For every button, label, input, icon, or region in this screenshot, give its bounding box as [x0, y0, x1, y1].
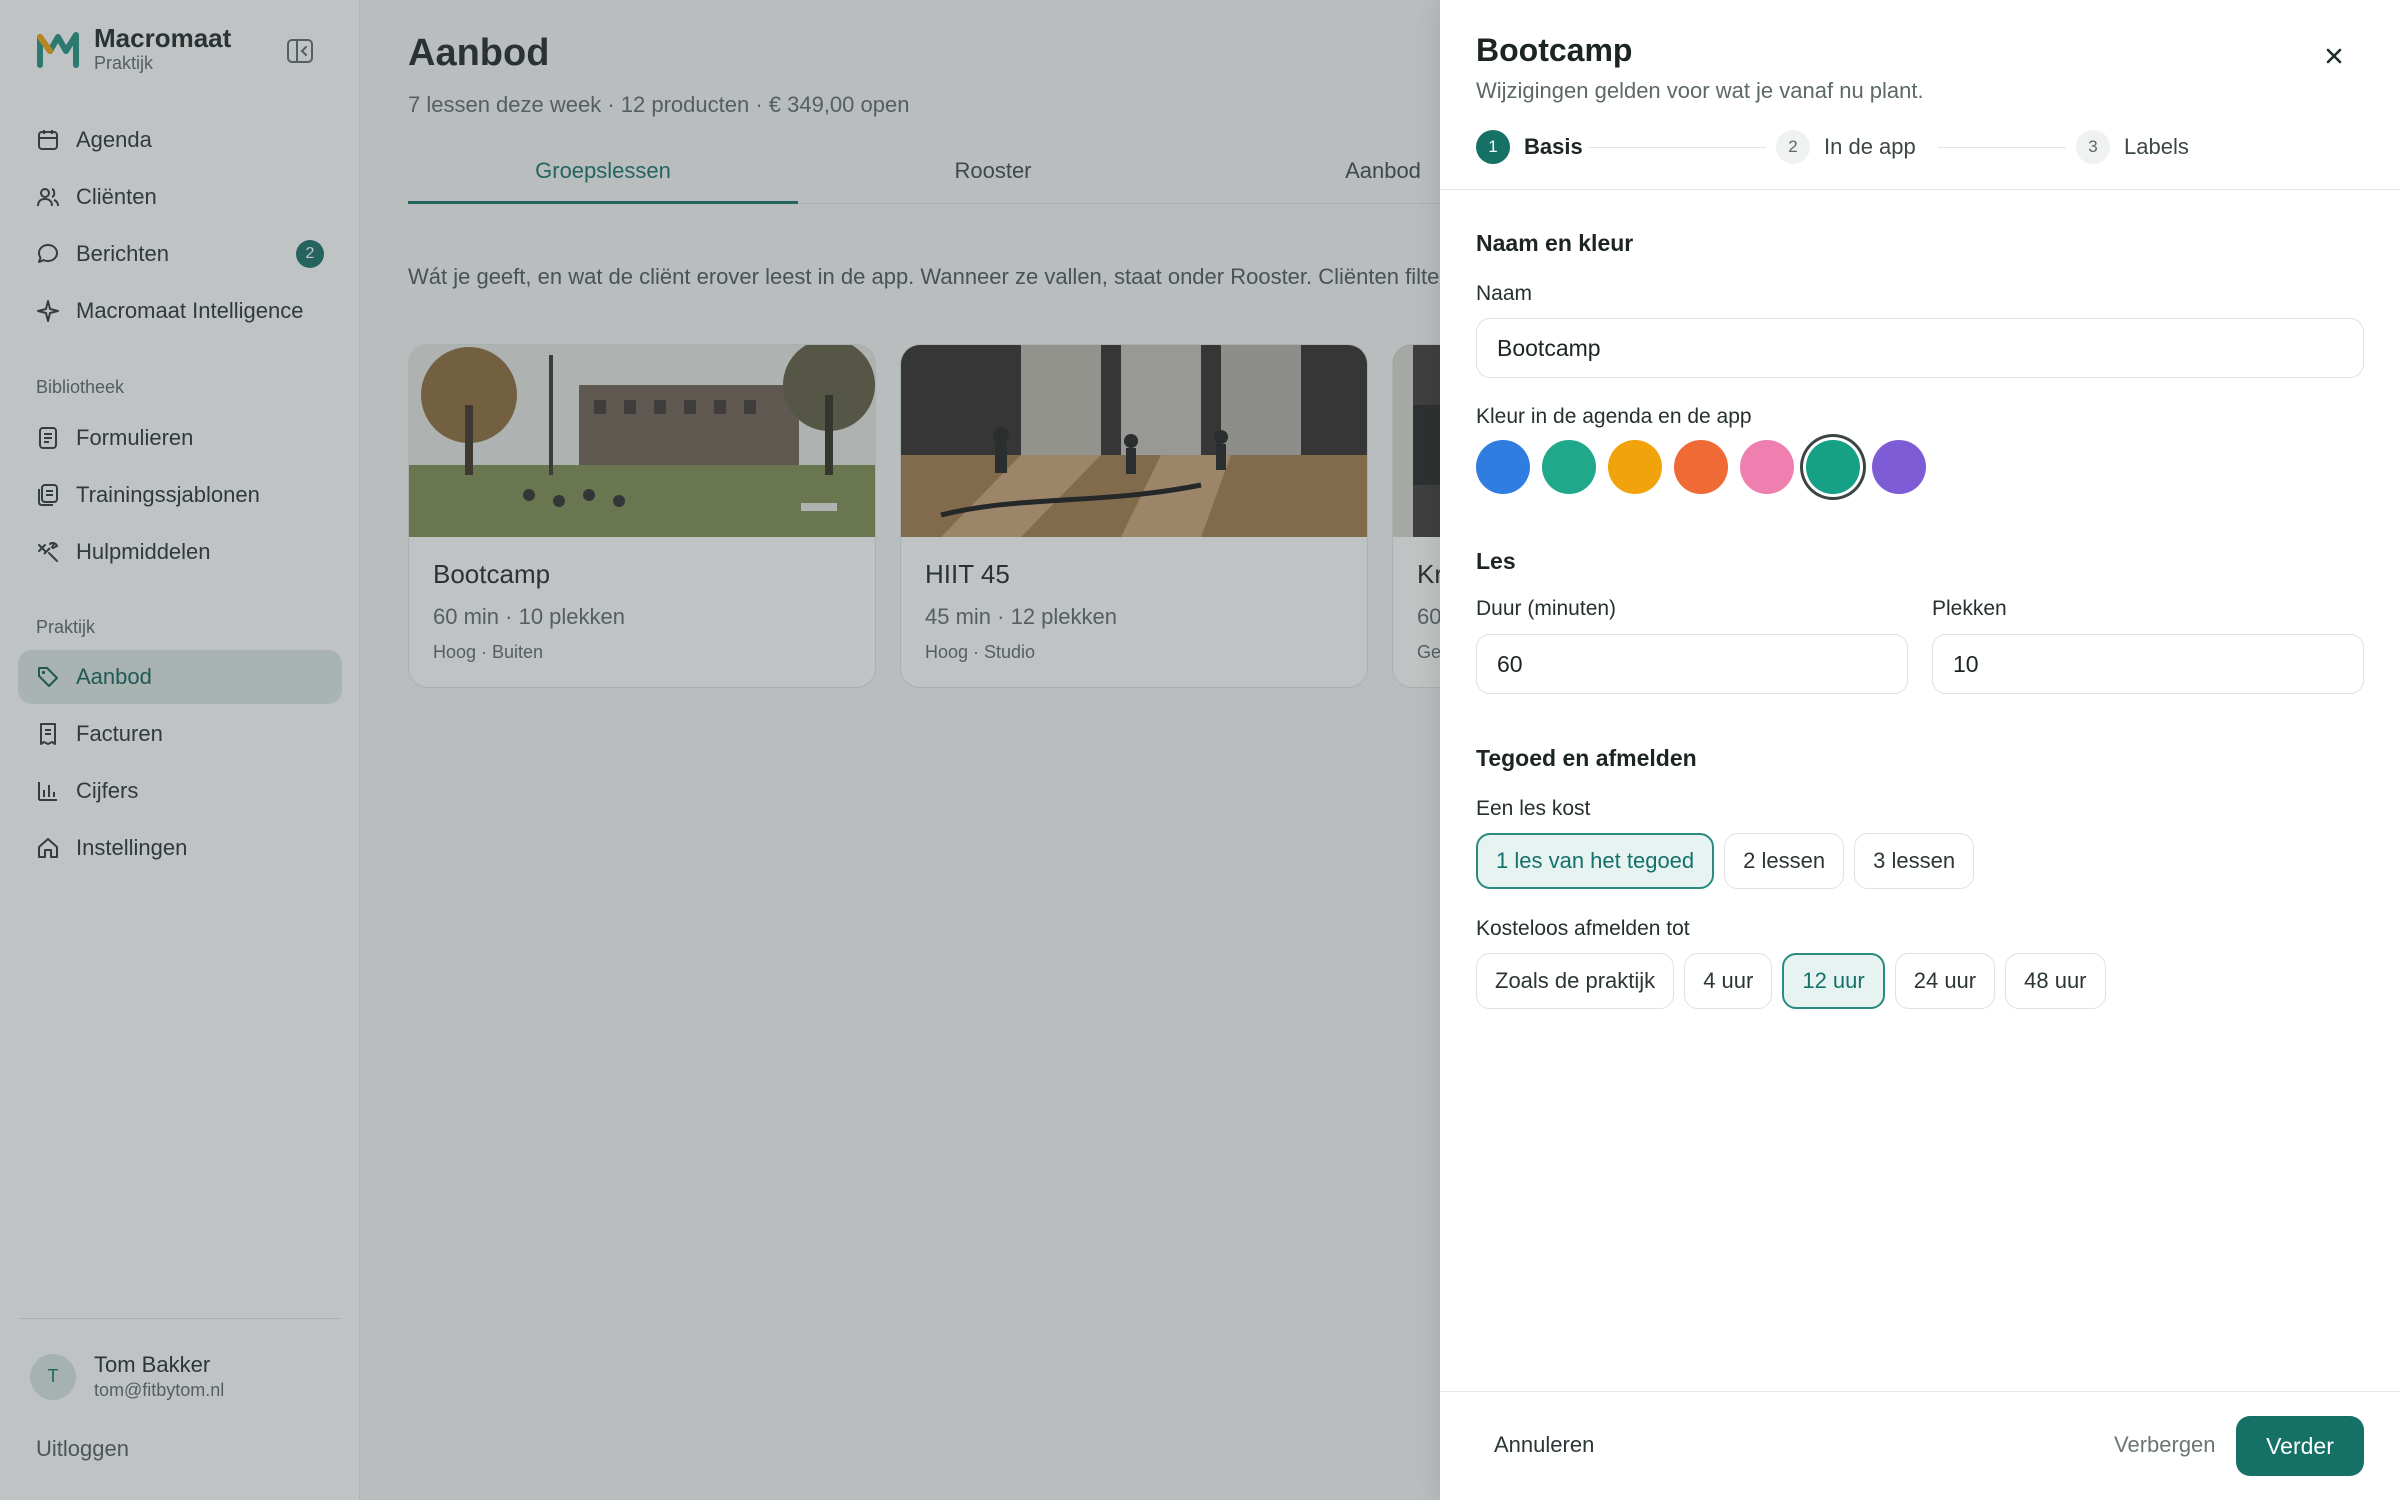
drawer-subtitle: Wijzigingen gelden voor wat je vanaf nu … [1476, 78, 1924, 103]
color-swatch-orange[interactable] [1674, 440, 1728, 494]
name-label: Naam [1476, 282, 1533, 305]
stepper: 1 Basis 2 In de app 3 Labels [1476, 130, 2364, 164]
step-labels[interactable]: 3 Labels [2076, 130, 2189, 164]
step-label: In de app [1824, 134, 1916, 159]
drawer-title: Bootcamp [1476, 32, 1633, 68]
cancel-option[interactable]: 24 uur [1894, 953, 1996, 1009]
close-icon[interactable] [2320, 42, 2348, 70]
cost-options: 1 les van het tegoed 2 lessen 3 lessen [1476, 833, 1984, 889]
duration-input[interactable] [1476, 634, 1908, 694]
free-cancel-label: Kosteloos afmelden tot [1476, 917, 1690, 940]
free-cancel-options: Zoals de praktijk 4 uur 12 uur 24 uur 48… [1476, 953, 2116, 1009]
color-swatch-teal[interactable] [1806, 440, 1860, 494]
color-swatch-pink[interactable] [1740, 440, 1794, 494]
modal-backdrop[interactable] [0, 0, 1440, 1500]
cost-option[interactable]: 1 les van het tegoed [1476, 833, 1715, 889]
step-basis[interactable]: 1 Basis [1476, 130, 1583, 164]
step-label: Basis [1524, 134, 1583, 159]
cost-option[interactable]: 2 lessen [1724, 833, 1845, 889]
cancel-option[interactable]: 4 uur [1684, 953, 1773, 1009]
cancel-option[interactable]: Zoals de praktijk [1476, 953, 1675, 1009]
spots-input[interactable] [1932, 634, 2364, 694]
step-number: 2 [1776, 130, 1810, 164]
duration-label: Duur (minuten) [1476, 597, 1617, 620]
section-credit: Tegoed en afmelden [1476, 745, 1697, 771]
name-input[interactable] [1476, 318, 2364, 378]
spots-label: Plekken [1932, 597, 2007, 620]
cost-label: Een les kost [1476, 797, 1591, 820]
color-swatch-green[interactable] [1542, 440, 1596, 494]
edit-class-drawer: Bootcamp Wijzigingen gelden voor wat je … [1440, 0, 2400, 1500]
drawer-footer-divider [1440, 1391, 2400, 1392]
step-number: 3 [2076, 130, 2110, 164]
cancel-option[interactable]: 48 uur [2005, 953, 2106, 1009]
section-name-color: Naam en kleur [1476, 230, 1634, 256]
color-label: Kleur in de agenda en de app [1476, 405, 1752, 428]
step-label: Labels [2124, 134, 2189, 159]
step-number: 1 [1476, 130, 1510, 164]
color-picker [1476, 440, 1938, 494]
color-swatch-yellow[interactable] [1608, 440, 1662, 494]
color-swatch-blue[interactable] [1476, 440, 1530, 494]
section-lesson: Les [1476, 548, 1516, 574]
cancel-option[interactable]: 12 uur [1782, 953, 1885, 1009]
step-connector [1588, 147, 1766, 148]
step-connector [1938, 147, 2066, 148]
step-in-de-app[interactable]: 2 In de app [1776, 130, 1916, 164]
cost-option[interactable]: 3 lessen [1854, 833, 1975, 889]
hide-button[interactable]: Verbergen [2114, 1432, 2216, 1458]
cancel-button[interactable]: Annuleren [1494, 1432, 1594, 1458]
color-swatch-purple[interactable] [1872, 440, 1926, 494]
drawer-header-divider [1440, 189, 2400, 190]
next-button[interactable]: Verder [2236, 1416, 2364, 1476]
